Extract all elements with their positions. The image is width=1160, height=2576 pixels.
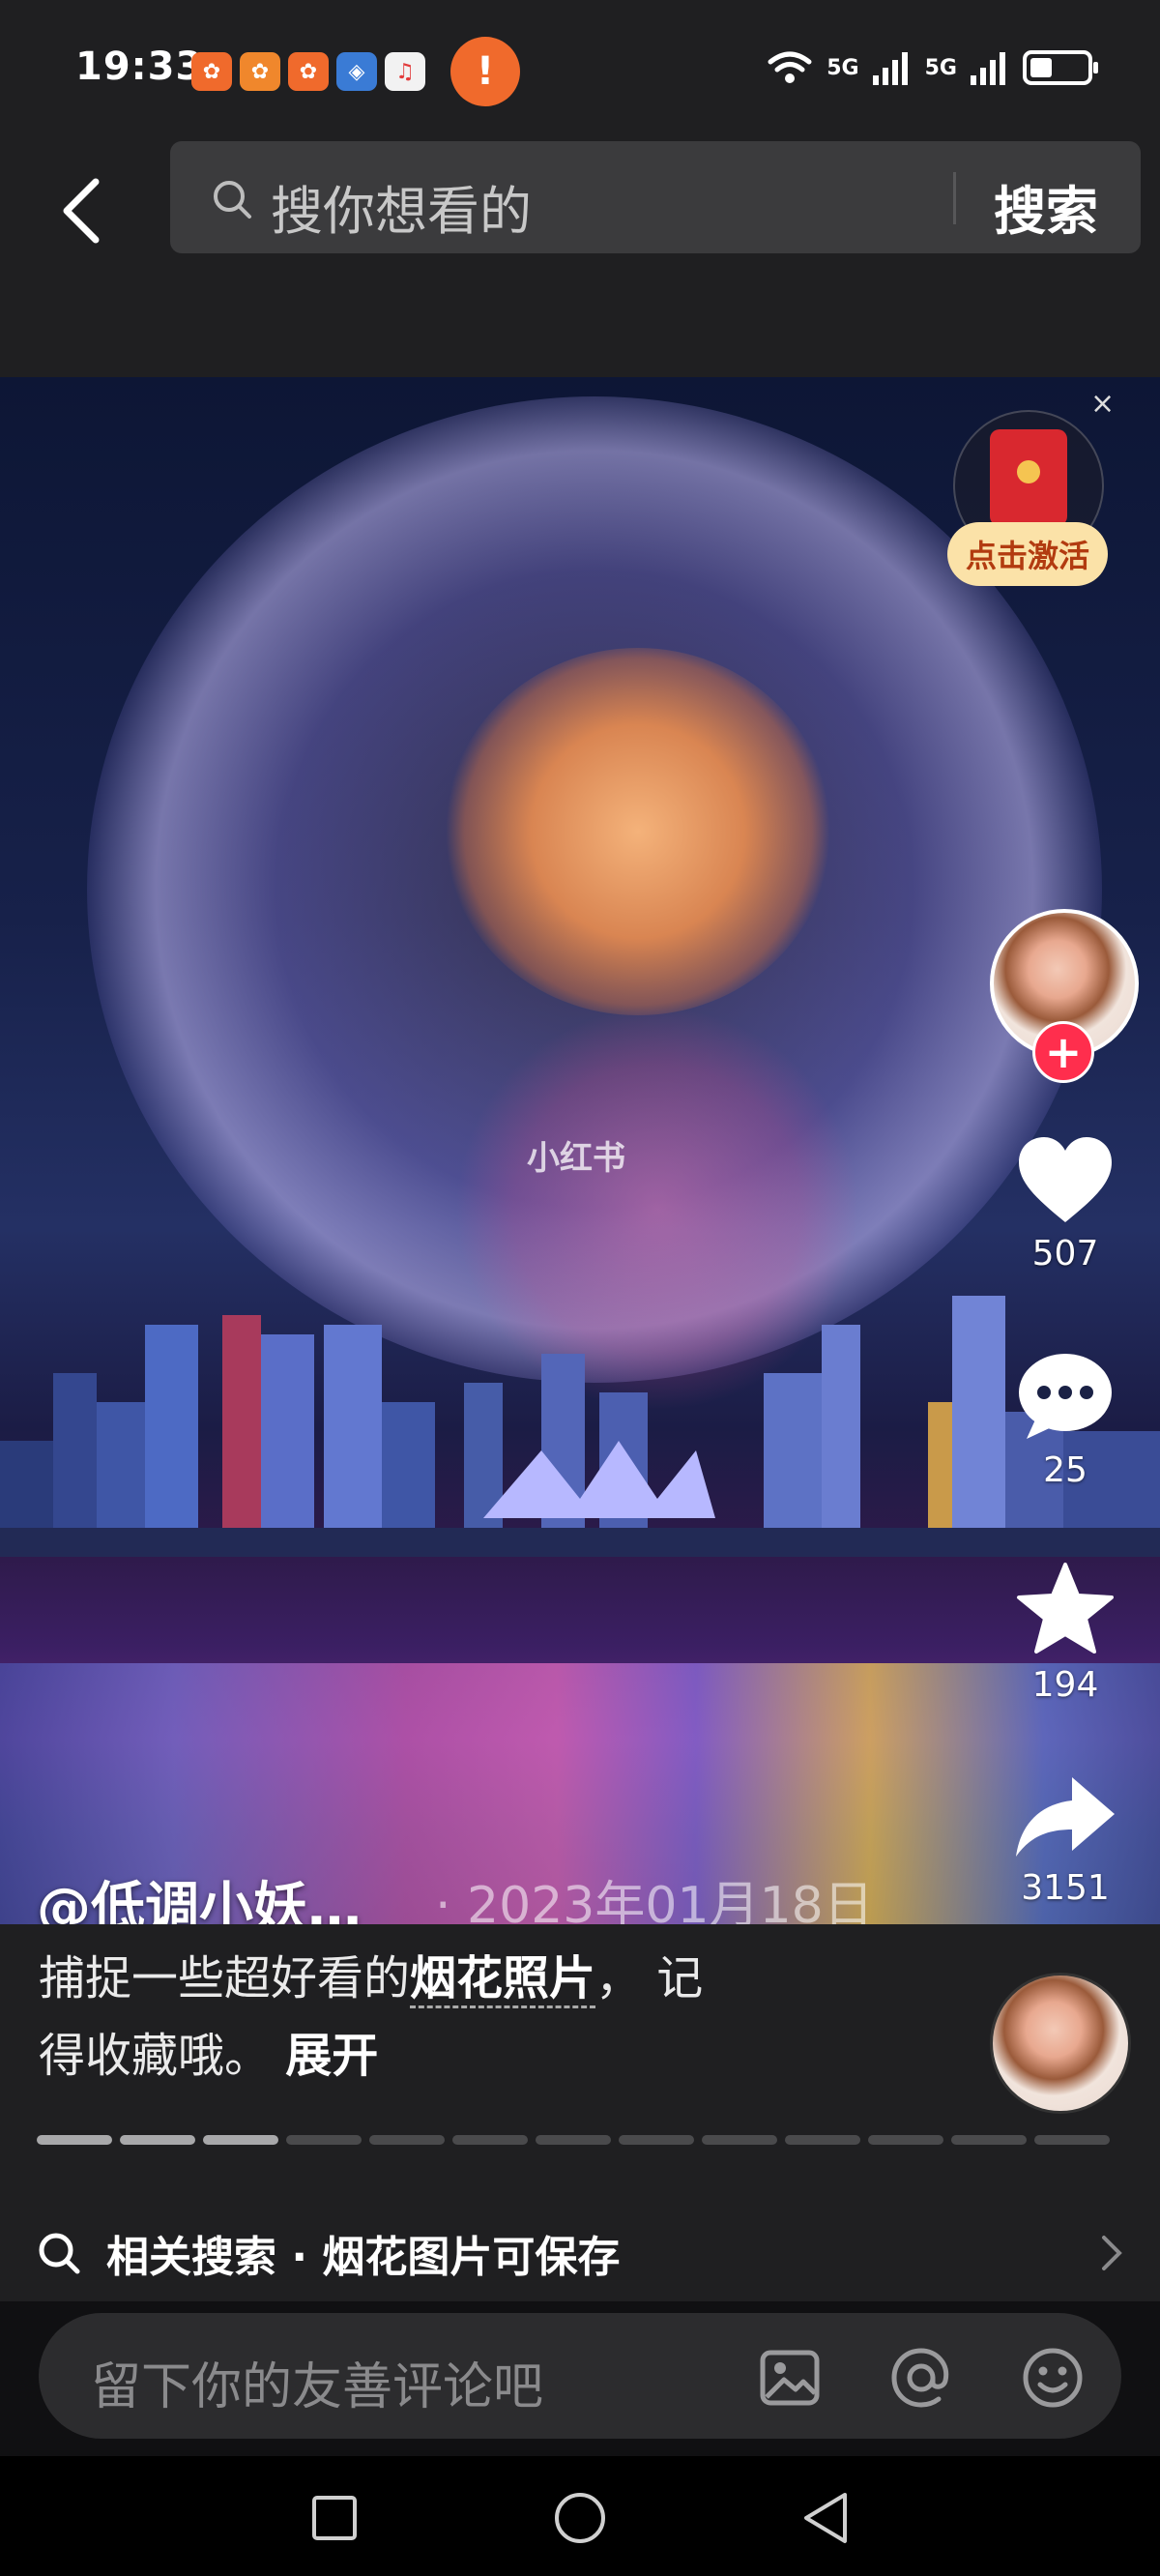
comment-placeholder: 留下你的友善评论吧	[91, 2358, 544, 2416]
progress-segment	[120, 2135, 195, 2145]
notification-icons: ✿ ✿ ✿ ◈ ♫	[191, 52, 425, 91]
share-count: 3151	[1021, 1868, 1110, 1908]
nav-back-button[interactable]	[797, 2489, 855, 2547]
favorite-button[interactable]: 194	[988, 1561, 1143, 1705]
triangle-back-icon	[804, 2493, 847, 2543]
description-text: 得收藏哦。	[39, 2029, 272, 2083]
home-button[interactable]	[551, 2489, 609, 2547]
description-line-2: 得收藏哦。 展开	[39, 2017, 378, 2085]
signal-label-2: 5G	[924, 55, 957, 80]
related-search-link[interactable]: 相关搜索 · 烟花图片可保存	[37, 2205, 1123, 2301]
firework-core	[445, 648, 831, 1015]
music-app-icon: ♫	[385, 52, 425, 91]
square-icon	[312, 2496, 357, 2540]
comment-input[interactable]: 留下你的友善评论吧	[39, 2313, 1121, 2439]
signal-icon	[872, 52, 908, 85]
progress-segment	[619, 2135, 694, 2145]
top-header: 搜你想看的 搜索	[0, 135, 1160, 377]
wifi-icon	[768, 51, 812, 83]
city-skyline	[0, 1296, 1160, 1557]
description-text: ， 记	[595, 1951, 704, 2005]
progress-segment	[452, 2135, 528, 2145]
search-icon	[39, 2233, 80, 2274]
search-divider	[953, 172, 956, 224]
search-input[interactable]: 搜你想看的 搜索	[170, 141, 1141, 253]
app-notification-icon: ✿	[240, 52, 280, 91]
chevron-right-icon	[1102, 2236, 1122, 2270]
image-button[interactable]	[758, 2346, 822, 2410]
battery-icon	[1023, 50, 1098, 85]
description-text: 捕捉一些超好看的	[39, 1951, 411, 2005]
follow-button[interactable]: +	[1032, 1021, 1094, 1083]
back-button[interactable]	[46, 162, 114, 259]
mention-button[interactable]	[889, 2346, 953, 2410]
red-packet-close-button[interactable]: ×	[1090, 387, 1115, 421]
status-time: 19:33	[75, 44, 204, 89]
search-button[interactable]: 搜索	[994, 168, 1098, 245]
system-icons: 5G 5G	[767, 48, 1098, 87]
share-arrow-icon	[1016, 1777, 1115, 1857]
post-photo[interactable]: 小红书	[0, 377, 1160, 1924]
image-icon	[760, 2350, 820, 2406]
share-button[interactable]: 3151	[988, 1773, 1143, 1908]
image-progress-indicator	[37, 2135, 1110, 2145]
like-button[interactable]: 507	[988, 1133, 1143, 1273]
signal-icon-2	[971, 52, 1005, 85]
expand-button[interactable]: 展开	[285, 2029, 378, 2083]
emoji-button[interactable]	[1021, 2346, 1085, 2410]
progress-segment	[951, 2135, 1027, 2145]
progress-segment	[203, 2135, 278, 2145]
app-notification-icon: ✿	[191, 52, 232, 91]
comment-count: 25	[1043, 1450, 1088, 1490]
progress-segment	[1034, 2135, 1110, 2145]
progress-segment	[286, 2135, 362, 2145]
related-search-label: 相关搜索 · 烟花图片可保存	[106, 2233, 621, 2282]
topic-link[interactable]: 烟花照片	[410, 1951, 596, 2008]
red-packet-label[interactable]: 点击激活	[947, 522, 1108, 586]
status-bar: 19:33 ✿ ✿ ✿ ◈ ♫ ! 5G 5G	[0, 0, 1160, 135]
chevron-left-icon	[63, 178, 100, 244]
warning-glyph: !	[476, 49, 495, 94]
heart-icon	[1019, 1137, 1112, 1222]
search-icon	[214, 181, 251, 219]
progress-segment	[868, 2135, 943, 2145]
app-notification-icon: ◈	[336, 52, 377, 91]
progress-segment	[536, 2135, 611, 2145]
app-notification-icon: ✿	[288, 52, 329, 91]
description-line-1: 捕捉一些超好看的烟花照片， 记	[39, 1940, 704, 2008]
progress-segment	[37, 2135, 112, 2145]
circle-icon	[555, 2493, 605, 2543]
progress-segment	[702, 2135, 777, 2145]
system-nav-bar	[0, 2456, 1160, 2576]
like-count: 507	[1031, 1234, 1099, 1273]
recent-apps-button[interactable]	[305, 2489, 363, 2547]
progress-segment	[369, 2135, 445, 2145]
comment-button[interactable]: 25	[988, 1350, 1143, 1490]
comment-bar: 留下你的友善评论吧	[0, 2301, 1160, 2456]
chat-bubble-icon	[1019, 1354, 1112, 1439]
search-placeholder: 搜你想看的	[271, 181, 532, 242]
at-icon	[891, 2348, 949, 2408]
mini-author-avatar[interactable]	[990, 1973, 1131, 2114]
red-envelope-icon	[990, 429, 1067, 526]
emoji-icon	[1023, 2348, 1083, 2408]
signal-label-1: 5G	[826, 55, 859, 80]
star-icon	[1017, 1563, 1114, 1654]
favorite-count: 194	[1031, 1665, 1099, 1705]
watermark: 小红书	[527, 1139, 625, 1178]
progress-segment	[785, 2135, 860, 2145]
warning-icon: !	[450, 37, 520, 106]
